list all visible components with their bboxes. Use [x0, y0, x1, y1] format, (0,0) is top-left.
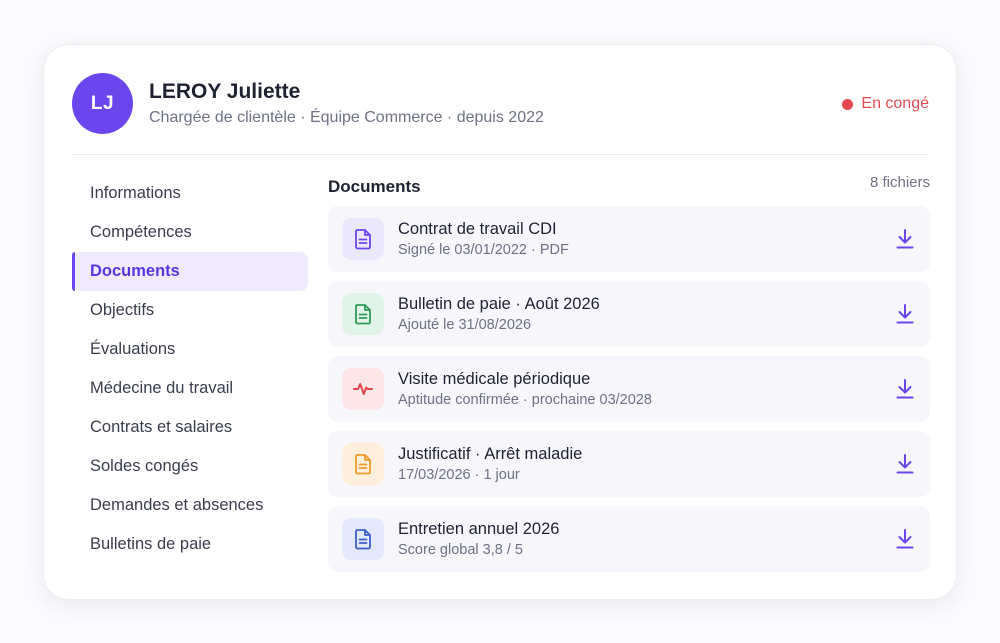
sidebar-item-label: Documents	[90, 262, 180, 280]
sidebar-item-label: Demandes et absences	[90, 496, 264, 514]
documents-count: 8 fichiers	[869, 174, 930, 191]
document-icon	[342, 293, 384, 335]
sidebar-item-label: Informations	[90, 184, 181, 202]
document-title: Bulletin de paie · Août 2026	[398, 295, 600, 313]
employee-card: LJ LEROY Juliette Chargée de clientèle ·…	[43, 44, 957, 600]
sidebar-item-label: Évaluations	[90, 340, 176, 358]
document-text: Justificatif · Arrêt maladie 17/03/2026 …	[398, 445, 890, 483]
download-button[interactable]	[890, 299, 920, 329]
documents-title: Documents	[328, 177, 421, 196]
document-title: Visite médicale périodique	[398, 370, 591, 388]
sidebar-item-bulletins-de-paie[interactable]: Bulletins de paie	[72, 525, 308, 564]
document-row[interactable]: Contrat de travail CDI Signé le 03/01/20…	[328, 206, 930, 272]
document-text: Contrat de travail CDI Signé le 03/01/20…	[398, 220, 890, 258]
sidebar-item-label: Médecine du travail	[90, 379, 234, 397]
sidebar-item-demandes-et-absences[interactable]: Demandes et absences	[72, 486, 308, 525]
document-meta: 17/03/2026 · 1 jour	[398, 467, 520, 483]
document-row[interactable]: Justificatif · Arrêt maladie 17/03/2026 …	[328, 431, 930, 497]
download-icon	[896, 454, 914, 474]
status-label: En congé	[861, 95, 929, 112]
document-row[interactable]: Bulletin de paie · Août 2026 Ajouté le 3…	[328, 281, 930, 347]
sidebar-item-objectifs[interactable]: Objectifs	[72, 291, 308, 330]
avatar-initials: LJ	[90, 92, 115, 114]
download-button[interactable]	[890, 449, 920, 479]
document-title: Justificatif · Arrêt maladie	[398, 445, 583, 463]
documents-panel: Documents 8 fichiers Contrat de travail …	[328, 174, 930, 581]
employee-subtitle: Chargée de clientèle · Équipe Commerce ·…	[149, 109, 544, 126]
sidebar-item-competences[interactable]: Compétences	[72, 213, 308, 252]
employee-name: LEROY Juliette	[149, 80, 301, 103]
status-dot-icon	[842, 98, 854, 110]
document-meta: Ajouté le 31/08/2026	[398, 317, 532, 333]
sidebar-item-informations[interactable]: Informations	[72, 174, 308, 213]
sidebar-item-documents[interactable]: Documents	[72, 252, 308, 291]
sidebar-item-contrats-et-salaires[interactable]: Contrats et salaires	[72, 408, 308, 447]
sidebar-item-label: Compétences	[90, 223, 192, 241]
download-icon	[896, 229, 914, 249]
sidebar-item-label: Soldes congés	[90, 457, 199, 475]
document-meta: Signé le 03/01/2022 · PDF	[398, 242, 569, 258]
avatar: LJ	[72, 73, 133, 134]
download-icon	[896, 379, 914, 399]
document-row[interactable]: Visite médicale périodique Aptitude conf…	[328, 356, 930, 422]
document-meta: Aptitude confirmée · prochaine 03/2028	[398, 392, 652, 408]
download-button[interactable]	[890, 374, 920, 404]
sidebar-item-label: Contrats et salaires	[90, 418, 233, 436]
documents-header: Documents 8 fichiers	[328, 174, 930, 206]
sidebar: Informations Compétences Documents Objec…	[72, 174, 308, 564]
header-divider	[72, 154, 928, 155]
document-text: Visite médicale périodique Aptitude conf…	[398, 370, 890, 408]
download-button[interactable]	[890, 224, 920, 254]
sidebar-item-label: Bulletins de paie	[90, 535, 212, 553]
document-row[interactable]: Entretien annuel 2026 Score global 3,8 /…	[328, 506, 930, 572]
sidebar-item-soldes-conges[interactable]: Soldes congés	[72, 447, 308, 486]
download-button[interactable]	[890, 524, 920, 554]
sidebar-item-label: Objectifs	[90, 301, 155, 319]
document-text: Bulletin de paie · Août 2026 Ajouté le 3…	[398, 295, 890, 333]
sidebar-item-evaluations[interactable]: Évaluations	[72, 330, 308, 369]
sidebar-item-medecine-du-travail[interactable]: Médecine du travail	[72, 369, 308, 408]
download-icon	[896, 304, 914, 324]
document-text: Entretien annuel 2026 Score global 3,8 /…	[398, 520, 890, 558]
heartbeat-icon	[342, 368, 384, 410]
document-title: Contrat de travail CDI	[398, 220, 557, 238]
document-icon	[342, 218, 384, 260]
document-icon	[342, 443, 384, 485]
download-icon	[896, 529, 914, 549]
document-meta: Score global 3,8 / 5	[398, 542, 523, 558]
document-title: Entretien annuel 2026	[398, 520, 560, 538]
status-badge: En congé	[842, 95, 929, 113]
document-icon	[342, 518, 384, 560]
